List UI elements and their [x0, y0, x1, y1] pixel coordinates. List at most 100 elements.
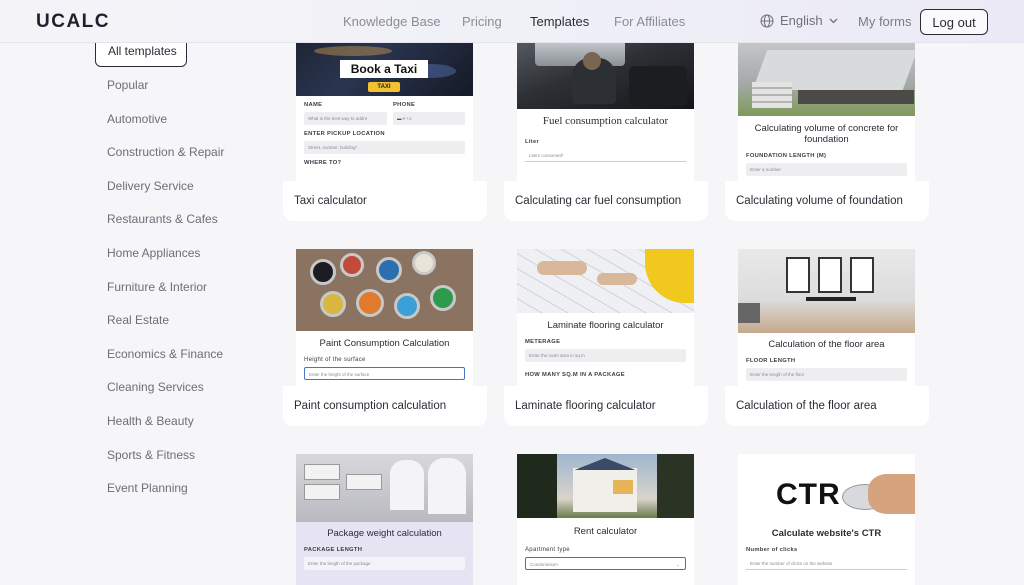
chevron-down-icon: [829, 18, 838, 23]
template-card-fuel[interactable]: Fuel consumption calculator Liter Liters…: [504, 36, 708, 226]
chevron-down-icon: ⌄: [676, 562, 680, 567]
form-label: WHERE TO?: [304, 160, 342, 166]
template-preview: Fuel consumption calculator Liter Liters…: [517, 36, 694, 181]
sidebar-item-cleaning[interactable]: Cleaning Services: [95, 371, 265, 405]
form-title: Laminate flooring calculator: [547, 320, 664, 331]
top-header: UCALC Knowledge Base Pricing Templates F…: [0, 0, 1024, 43]
sidebar-item-real-estate[interactable]: Real Estate: [95, 304, 265, 338]
sidebar-item-popular[interactable]: Popular: [95, 69, 265, 103]
template-title: Calculating volume of foundation: [725, 181, 929, 221]
form-title: Rent calculator: [573, 526, 638, 537]
form-input: Enter the length of the floor: [746, 368, 907, 381]
sidebar-item-sports[interactable]: Sports & Fitness: [95, 439, 265, 473]
nav-knowledge-base[interactable]: Knowledge Base: [343, 14, 441, 29]
globe-icon: [760, 14, 774, 27]
template-preview: Book a Taxi TAXI NAME What is the best w…: [296, 36, 473, 181]
template-card-package[interactable]: Package weight calculation PACKAGE LENGT…: [283, 446, 487, 585]
blueprint-image: [517, 249, 694, 313]
form-input: Enter the number of clicks on the websit…: [746, 557, 907, 570]
my-forms-link[interactable]: My forms: [858, 14, 911, 29]
template-title: Calculating car fuel consumption: [504, 181, 708, 221]
form-input: Street, number, building*: [304, 141, 465, 154]
form-label: Liter: [525, 139, 540, 145]
form-title: Calculation of the floor area: [768, 339, 885, 350]
template-card-laminate[interactable]: Laminate flooring calculator METERAGE En…: [504, 241, 708, 431]
phone-input: ▬ ▾ +1: [393, 112, 465, 125]
template-preview: Calculating volume of concrete for found…: [738, 36, 915, 181]
taxi-banner: Book a Taxi TAXI: [296, 36, 473, 96]
logout-button[interactable]: Log out: [920, 9, 988, 35]
sidebar-item-furniture[interactable]: Furniture & Interior: [95, 271, 265, 305]
form-label: FOUNDATION LENGTH (M): [746, 153, 827, 159]
car-interior-image: [517, 36, 694, 109]
nav-for-affiliates[interactable]: For Affiliates: [614, 14, 685, 29]
sidebar-item-delivery[interactable]: Delivery Service: [95, 170, 265, 204]
apartment-type-select: Condominium ⌄: [525, 557, 686, 570]
form-label: NAME: [304, 102, 323, 108]
language-label: English: [780, 13, 823, 28]
form-input: Enter the length of the package: [304, 557, 465, 570]
template-preview: Package weight calculation PACKAGE LENGT…: [296, 454, 473, 585]
template-card-rent[interactable]: Rent calculator Apartment type Condomini…: [504, 446, 708, 585]
template-title: Laminate flooring calculator: [504, 386, 708, 426]
template-preview: Paint Consumption Calculation Height of …: [296, 249, 473, 386]
template-title: Paint consumption calculation: [283, 386, 487, 426]
template-title: Taxi calculator: [283, 181, 487, 221]
form-label: ENTER PICKUP LOCATION: [304, 131, 385, 137]
template-preview: Rent calculator Apartment type Condomini…: [517, 454, 694, 585]
laminate-form: Laminate flooring calculator METERAGE En…: [517, 313, 694, 378]
template-card-taxi[interactable]: Book a Taxi TAXI NAME What is the best w…: [283, 36, 487, 226]
template-card-ctr[interactable]: CTR Calculate website's CTR Number of cl…: [725, 446, 929, 585]
packages-image: [296, 454, 473, 522]
foundation-image: [738, 36, 915, 116]
template-preview: CTR Calculate website's CTR Number of cl…: [738, 454, 915, 585]
template-preview: Laminate flooring calculator METERAGE En…: [517, 249, 694, 386]
form-input: Enter a number: [746, 163, 907, 176]
template-preview: Calculation of the floor area FLOOR LENG…: [738, 249, 915, 386]
template-card-paint[interactable]: Paint Consumption Calculation Height of …: [283, 241, 487, 431]
form-label: Apartment type: [525, 547, 570, 553]
banner-title: Book a Taxi: [340, 60, 428, 78]
logo[interactable]: UCALC: [36, 11, 110, 33]
ctr-image: CTR: [738, 454, 915, 522]
form-label: Number of clicks: [746, 547, 798, 553]
form-title: Calculating volume of concrete for found…: [754, 123, 899, 145]
form-label: METERAGE: [525, 339, 561, 345]
taxi-badge: TAXI: [368, 82, 400, 92]
sidebar-item-economics[interactable]: Economics & Finance: [95, 338, 265, 372]
rent-form: Rent calculator Apartment type Condomini…: [517, 518, 694, 570]
nav-templates[interactable]: Templates: [530, 14, 589, 29]
template-card-foundation[interactable]: Calculating volume of concrete for found…: [725, 36, 929, 226]
ctr-form: Calculate website's CTR Number of clicks…: [738, 522, 915, 570]
sidebar-item-restaurants[interactable]: Restaurants & Cafes: [95, 203, 265, 237]
form-title: Package weight calculation: [327, 528, 442, 539]
taxi-form: NAME What is the best way to addre PHONE…: [296, 96, 473, 166]
fuel-form: Fuel consumption calculator Liter Liters…: [517, 109, 694, 162]
floor-form: Calculation of the floor area FLOOR LENG…: [738, 333, 915, 381]
form-input: Enter the room area in sq.m: [525, 349, 686, 362]
form-input: Liters consumed*: [525, 149, 686, 162]
form-label: PACKAGE LENGTH: [304, 547, 363, 553]
sidebar-item-events[interactable]: Event Planning: [95, 472, 265, 506]
form-title: Fuel consumption calculator: [542, 115, 669, 127]
category-sidebar: All templates Popular Automotive Constru…: [95, 36, 265, 506]
nav-pricing[interactable]: Pricing: [462, 14, 502, 29]
form-label: Height of the surface: [304, 357, 366, 363]
template-title: Calculation of the floor area: [725, 386, 929, 426]
paint-cans-image: [296, 249, 473, 331]
form-label: HOW MANY SQ.M IN A PACKAGE: [525, 372, 625, 378]
foundation-form: Calculating volume of concrete for found…: [738, 116, 915, 176]
form-title: Paint Consumption Calculation: [319, 338, 450, 349]
form-input: What is the best way to addre: [304, 112, 387, 125]
language-selector[interactable]: English: [760, 13, 838, 28]
sidebar-item-automotive[interactable]: Automotive: [95, 103, 265, 137]
sidebar-item-construction[interactable]: Construction & Repair: [95, 136, 265, 170]
form-title: Calculate website's CTR: [771, 528, 882, 539]
template-card-floor-area[interactable]: Calculation of the floor area FLOOR LENG…: [725, 241, 929, 431]
ctr-image-text: CTR: [776, 478, 841, 511]
form-input: Enter the height of the surface: [304, 367, 465, 380]
sidebar-item-health[interactable]: Health & Beauty: [95, 405, 265, 439]
paint-form: Paint Consumption Calculation Height of …: [296, 331, 473, 380]
hand-icon: [868, 474, 915, 514]
sidebar-item-home-appliances[interactable]: Home Appliances: [95, 237, 265, 271]
